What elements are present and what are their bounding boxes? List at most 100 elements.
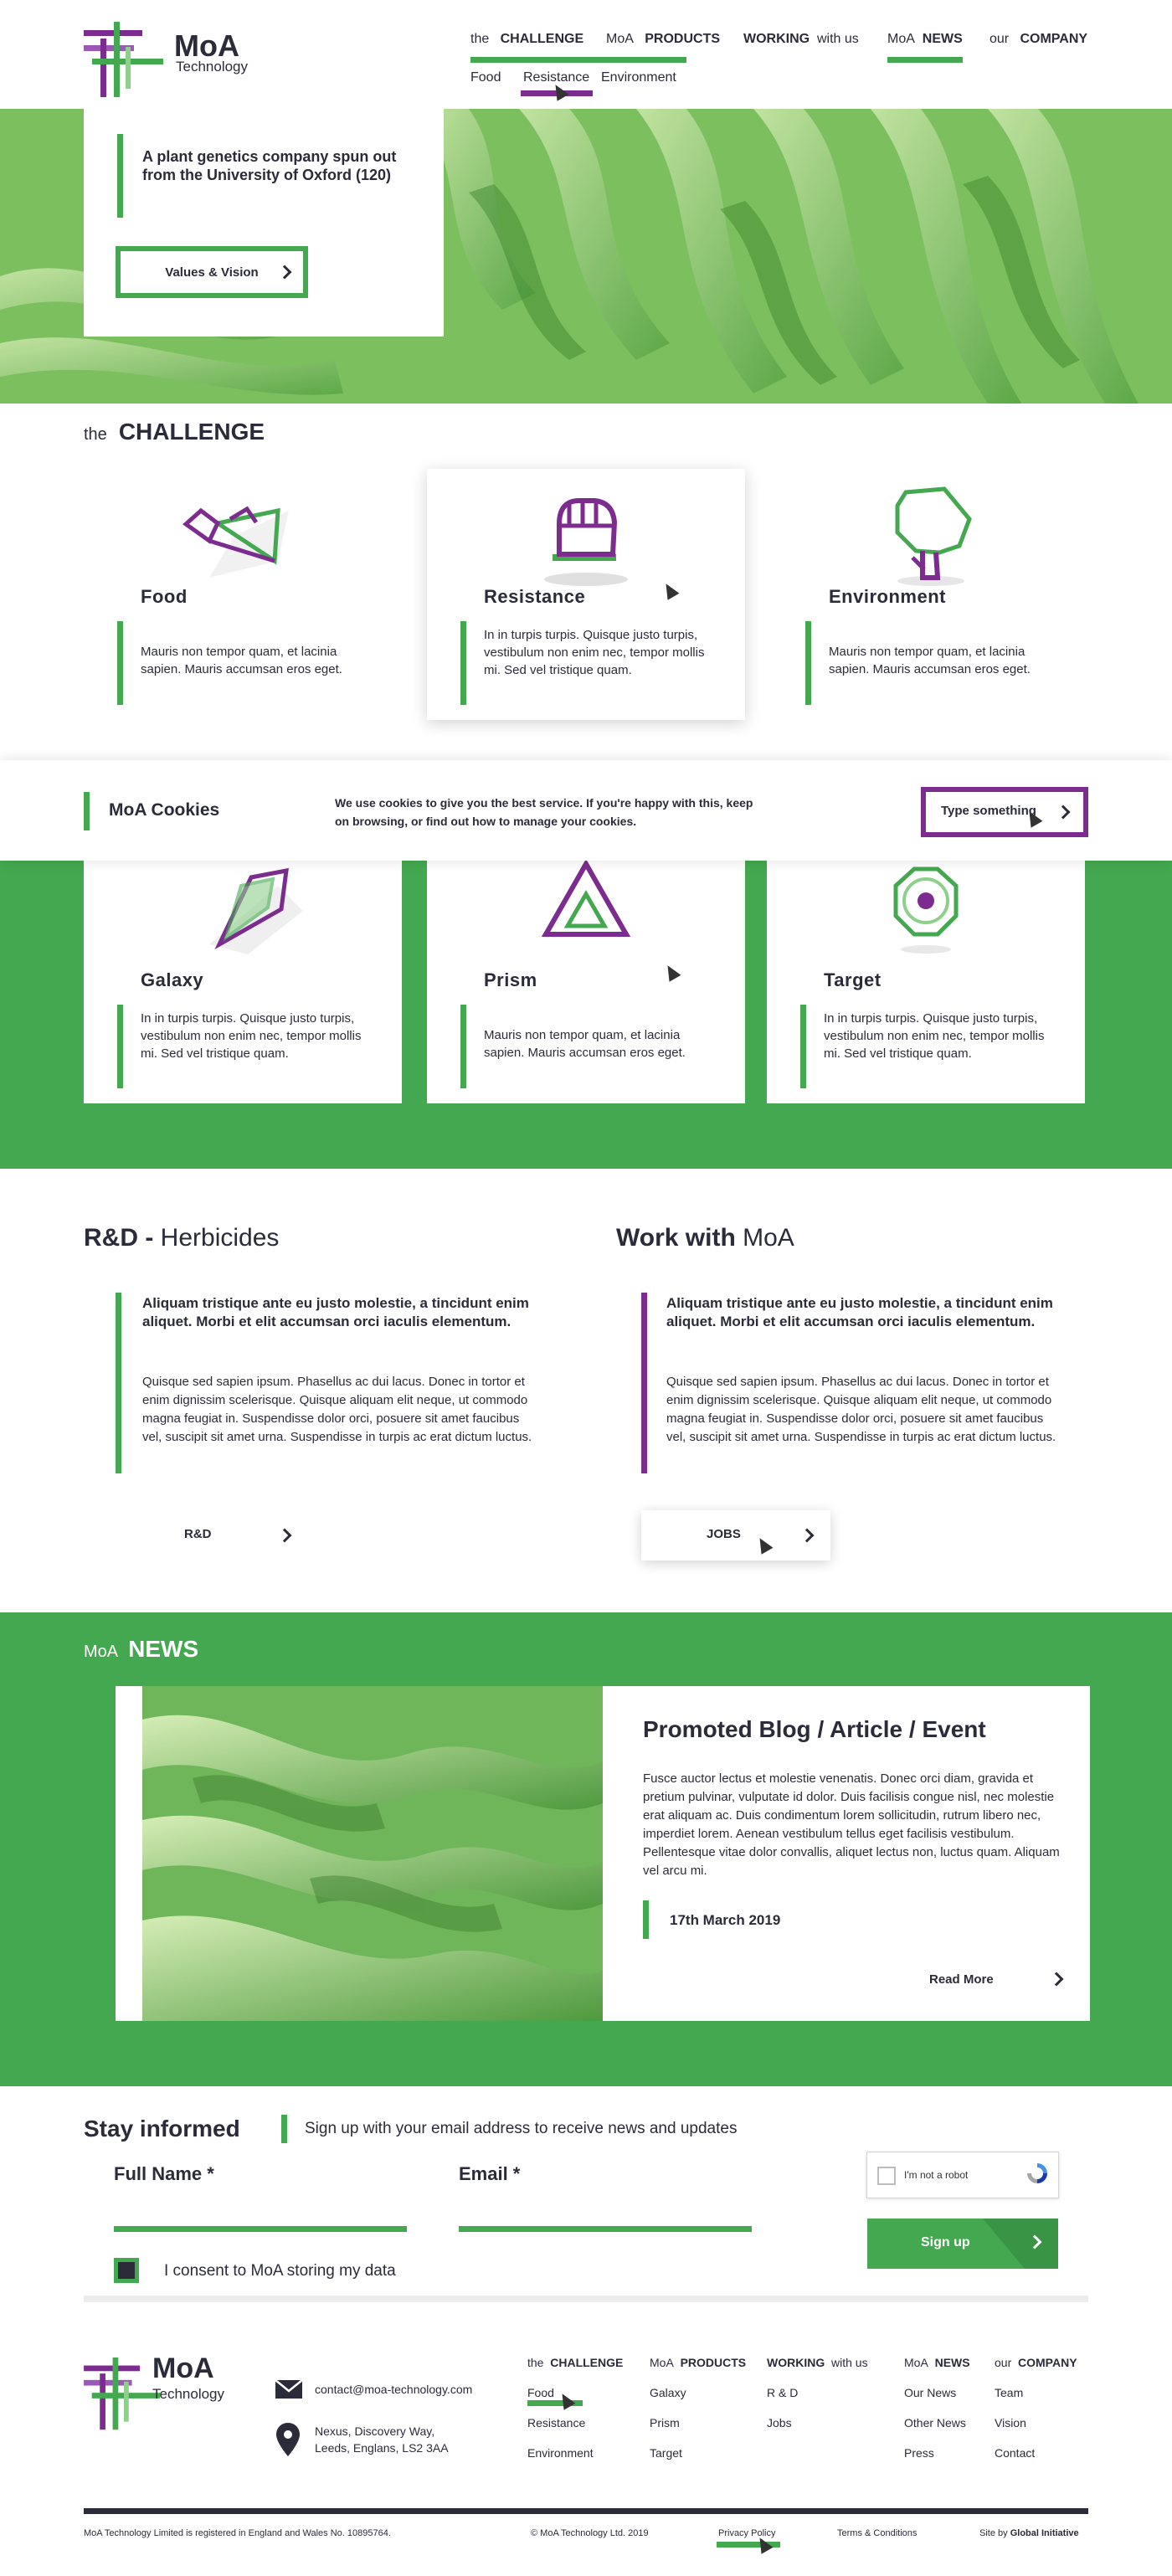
footer-logo-sub: Technology xyxy=(152,2386,225,2402)
nav-products[interactable]: MoA PRODUCTS xyxy=(606,32,720,47)
read-more-label: Read More xyxy=(929,1972,994,1987)
footer-link-environment[interactable]: Environment xyxy=(527,2446,623,2460)
footer-link-prism[interactable]: Prism xyxy=(650,2416,746,2429)
site-by[interactable]: Site by Global Initiative xyxy=(979,2528,1079,2538)
footer-col-heading: our COMPANY xyxy=(995,2356,1077,2369)
footer-col-pre: our xyxy=(995,2356,1012,2369)
nav-news-pre: MoA xyxy=(887,32,915,46)
footer-logo-name: MoA xyxy=(152,2352,214,2384)
card-text: Mauris non tempor quam, et lacinia sapie… xyxy=(484,1028,686,1060)
signup-accent-bar xyxy=(281,2115,287,2143)
signup-button[interactable]: Sign up xyxy=(867,2219,1058,2269)
cookie-title: MoA Cookies xyxy=(109,800,220,820)
footer-address-line-2: Leeds, Englans, LS2 3AA xyxy=(315,2441,449,2455)
email-label: Email * xyxy=(459,2163,521,2184)
challenge-card-environment[interactable]: Environment Mauris non tempor quam, et l… xyxy=(772,469,1090,720)
recaptcha-checkbox[interactable] xyxy=(877,2167,896,2185)
cookie-text: We use cookies to give you the best serv… xyxy=(335,796,753,828)
work-lead: Aliquam tristique ante eu justo molestie… xyxy=(666,1295,1053,1329)
work-body: Quisque sed sapien ipsum. Phasellus ac d… xyxy=(666,1375,1056,1444)
tree-icon xyxy=(895,486,972,586)
site-header: MoA Technology the CHALLENGE MoA PRODUCT… xyxy=(0,0,1172,109)
footer-link-team[interactable]: Team xyxy=(995,2386,1077,2399)
footer-registered: MoA Technology Limited is registered in … xyxy=(84,2528,391,2538)
footer-col-head: NEWS xyxy=(934,2356,970,2369)
news-headline: Promoted Blog / Article / Event xyxy=(643,1716,986,1742)
nav-news-underline xyxy=(887,57,963,63)
footer-col-challenge: the CHALLENGE Food Resistance Environmen… xyxy=(527,2356,623,2460)
news-card[interactable]: Promoted Blog / Article / Event Fusce au… xyxy=(116,1686,1090,2021)
news-title-pre: MoA xyxy=(84,1643,119,1661)
footer-col-pre: WORKING xyxy=(767,2356,825,2369)
subnav-food[interactable]: Food xyxy=(470,70,501,85)
nav-company-label: COMPANY xyxy=(1020,32,1088,46)
product-card-target[interactable]: Target In in turpis turpis. Quisque just… xyxy=(767,861,1085,1103)
footer-link-resistance[interactable]: Resistance xyxy=(527,2416,623,2429)
nav-news[interactable]: MoA NEWS xyxy=(887,32,963,47)
email-field[interactable] xyxy=(459,2202,752,2232)
site-by-pre: Site by xyxy=(979,2528,1008,2538)
footer-email[interactable]: contact@moa-technology.com xyxy=(315,2381,472,2398)
challenge-card-resistance[interactable]: Resistance In in turpis turpis. Quisque … xyxy=(427,469,745,720)
recaptcha-label: I'm not a robot xyxy=(904,2169,969,2181)
signup-title: Stay informed xyxy=(84,2116,240,2142)
footer-rule xyxy=(84,2508,1088,2514)
footer-link-food[interactable]: Food xyxy=(527,2386,623,2399)
work-title: Work with MoA xyxy=(616,1224,794,1252)
footer-link-galaxy[interactable]: Galaxy xyxy=(650,2386,746,2399)
footer-link-press[interactable]: Press xyxy=(904,2446,970,2460)
values-vision-button[interactable]: Values & Vision xyxy=(116,246,308,298)
nav-company[interactable]: our COMPANY xyxy=(990,32,1087,47)
nav-challenge[interactable]: the CHALLENGE xyxy=(470,32,583,47)
card-accent-bar xyxy=(460,621,466,705)
product-card-prism[interactable]: Prism Mauris non tempor quam, et lacinia… xyxy=(427,861,745,1103)
news-title-main: NEWS xyxy=(128,1636,199,1662)
chevron-right-icon xyxy=(277,1528,292,1543)
page: MoA Technology the CHALLENGE MoA PRODUCT… xyxy=(0,0,1172,2576)
rd-title-rest: Herbicides xyxy=(160,1224,280,1252)
footer-divider xyxy=(84,2296,1088,2302)
footer-link-target[interactable]: Target xyxy=(650,2446,746,2460)
card-title: Target xyxy=(824,969,882,990)
hero-tagline: A plant genetics company spun out from t… xyxy=(142,148,397,183)
consent-checkbox[interactable] xyxy=(114,2258,139,2283)
footer-col-head: CHALLENGE xyxy=(550,2356,624,2369)
nav-challenge-pre: the xyxy=(470,32,490,46)
footer-link-rd[interactable]: R & D xyxy=(767,2386,868,2399)
card-title: Environment xyxy=(829,586,946,607)
footer-link-contact[interactable]: Contact xyxy=(995,2446,1077,2460)
footer-col-heading: the CHALLENGE xyxy=(527,2356,623,2369)
prism-triangle-icon xyxy=(541,861,631,937)
read-more-button[interactable]: Read More xyxy=(929,1959,1080,2001)
footer-copyright: © MoA Technology Ltd. 2019 xyxy=(531,2528,649,2538)
nav-active-underline xyxy=(470,57,686,63)
nav-news-label: NEWS xyxy=(922,32,963,46)
card-accent-bar xyxy=(117,1005,123,1088)
subnav-environment[interactable]: Environment xyxy=(601,70,676,85)
location-pin-icon xyxy=(276,2423,300,2456)
cookie-accept-button[interactable]: Type something xyxy=(921,787,1088,837)
footer-col-heading: WORKING with us xyxy=(767,2356,868,2369)
footer-link-jobs[interactable]: Jobs xyxy=(767,2416,868,2429)
footer-col-head: with us xyxy=(831,2356,868,2369)
card-text: Mauris non tempor quam, et lacinia sapie… xyxy=(829,645,1031,676)
footer-link-other-news[interactable]: Other News xyxy=(904,2416,970,2429)
jobs-link-button[interactable]: JOBS xyxy=(641,1510,830,1561)
nav-working[interactable]: WORKING with us xyxy=(743,32,859,47)
challenge-title-main: CHALLENGE xyxy=(118,419,265,445)
terms-link[interactable]: Terms & Conditions xyxy=(837,2528,917,2538)
news-ribbons-image xyxy=(142,1686,603,2021)
nav-working-post: with us xyxy=(817,32,859,46)
footer-link-our-news[interactable]: Our News xyxy=(904,2386,970,2399)
signup-subtitle: Sign up with your email address to recei… xyxy=(305,2120,738,2137)
card-text: In in turpis turpis. Quisque justo turpi… xyxy=(141,1011,362,1061)
product-card-galaxy[interactable]: Galaxy In in turpis turpis. Quisque just… xyxy=(84,861,402,1103)
work-title-bold: Work with xyxy=(616,1224,736,1252)
challenge-card-food[interactable]: Food Mauris non tempor quam, et lacinia … xyxy=(84,469,402,720)
rd-title-bold: R&D - xyxy=(84,1224,154,1252)
card-text: Mauris non tempor quam, et lacinia sapie… xyxy=(141,645,342,676)
footer-link-vision[interactable]: Vision xyxy=(995,2416,1077,2429)
chevron-right-icon xyxy=(799,1528,815,1543)
full-name-field[interactable] xyxy=(114,2202,407,2232)
rd-link-button[interactable]: R&D xyxy=(151,1510,318,1561)
